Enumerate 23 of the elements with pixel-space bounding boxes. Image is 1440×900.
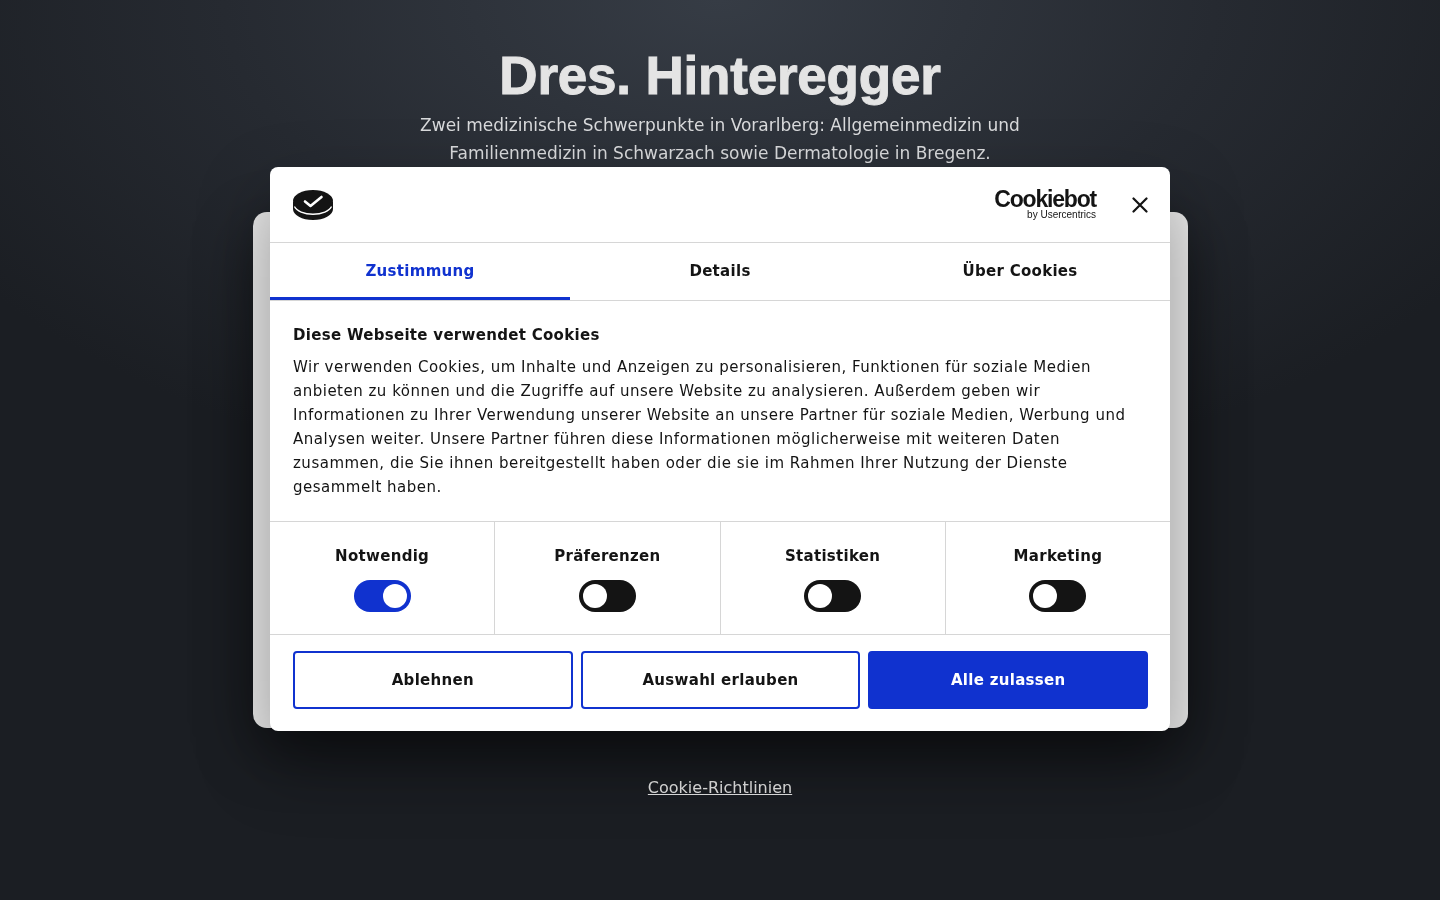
toggle-switch[interactable] (1029, 580, 1087, 612)
category-label: Marketing (1013, 546, 1103, 567)
tab[interactable]: Zustimmung (270, 243, 570, 300)
cookie-policy-link[interactable]: Cookie-Richtlinien (647, 776, 793, 800)
page-subtitle: Zwei medizinische Schwerpunkte in Vorarlberg: Allgemeinmedizin und Familienmedizin in Schwarzach sowie Dermatologie in Bregenz. (419, 114, 1021, 165)
consent-text: Wir verwenden Cookies, um Inhalte und Anzeigen zu personalisieren, Funktionen für soziale Medien anbieten zu können und die Zugriffe auf unsere Website zu analysieren. Außerdem geben wir Informationen zu Ihrer Verwendung unserer Website an unsere Partner für soziale Medien, Werbung und Analysen weiter. Unsere Partner führen diese Informationen möglicherweise mit weiteren Daten zusammen, die Sie ihnen bereitgestellt haben oder die sie im Rahmen Ihrer Nutzung der Dienste gesammelt haben. (293, 357, 1127, 498)
toggle-switch[interactable] (578, 580, 636, 612)
tab[interactable]: Über Cookies (870, 243, 1170, 300)
primary-button[interactable]: Alle zulassen (868, 651, 1148, 709)
toggle-switch[interactable] (804, 580, 862, 612)
check-disc-logo-icon (293, 188, 333, 221)
close-icon[interactable] (1132, 196, 1148, 213)
tab[interactable]: Details (570, 243, 870, 300)
outline-button[interactable]: Ablehnen (293, 651, 573, 709)
category-label: Statistiken (784, 546, 881, 567)
outline-button[interactable]: Auswahl erlauben (580, 651, 861, 709)
page-title: Dres. Hinteregger (499, 47, 941, 105)
dialog-heading: Diese Webseite verwendet Cookies (293, 325, 601, 346)
brand-tagline: by Usercentrics (1027, 209, 1096, 220)
brand-logo-text: Cookiebot (994, 189, 1096, 209)
toggle-switch[interactable] (353, 580, 411, 612)
category-label: Notwendig (335, 546, 430, 567)
category-label: Präferenzen (554, 546, 661, 567)
